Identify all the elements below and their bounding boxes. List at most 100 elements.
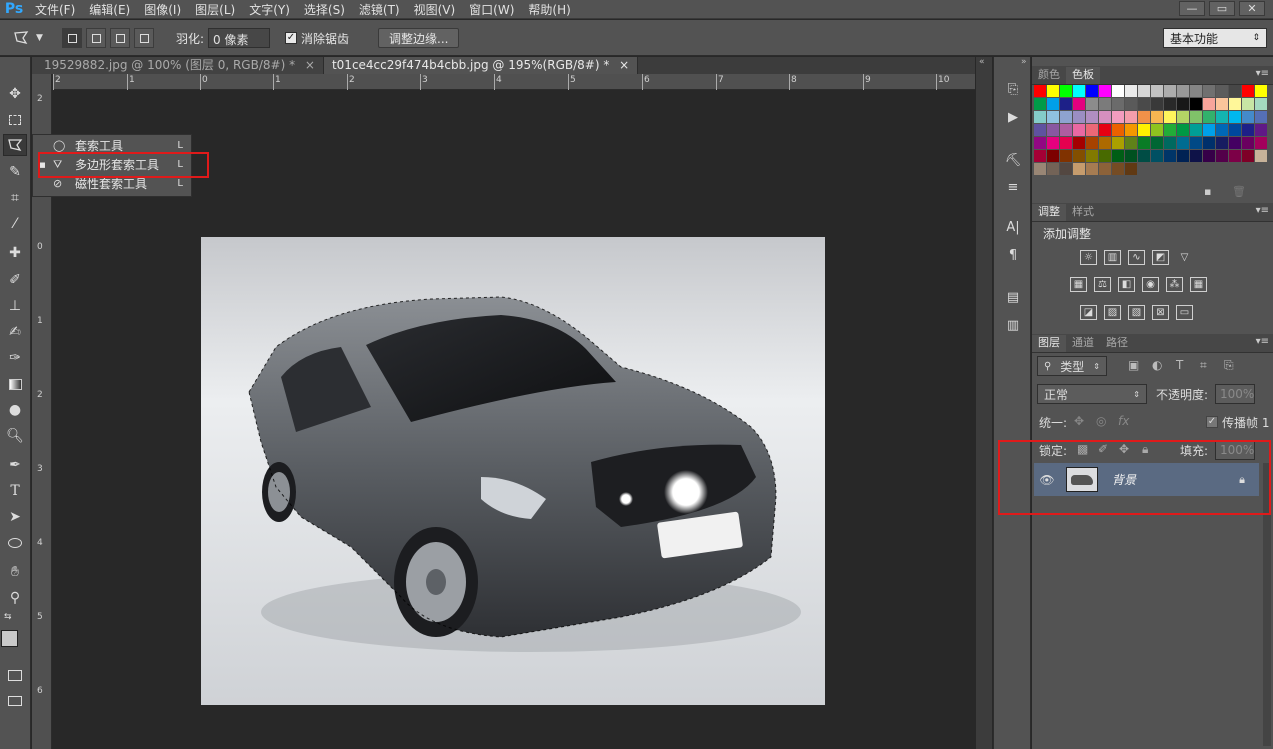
color-swatch[interactable] [1125,111,1137,123]
color-swatch[interactable] [1151,98,1163,110]
tab-color[interactable]: 颜色 [1032,67,1066,84]
zoom-tool[interactable]: ⚲ [3,587,27,609]
color-swatch[interactable] [1242,150,1254,162]
clone-stamp-tool[interactable]: ⊥ [3,295,27,317]
tab-close-icon[interactable]: × [305,58,315,72]
color-swatch[interactable] [1190,98,1202,110]
history-brush-tool[interactable]: ✍ [3,321,27,343]
color-swatch[interactable] [1112,150,1124,162]
color-swatch[interactable] [1229,150,1241,162]
panel-menu-icon[interactable]: ▾≡ [1256,205,1269,216]
color-swatch[interactable] [1216,98,1228,110]
hue-saturation-icon[interactable]: ▦ [1070,277,1087,292]
refine-edge-button[interactable]: 调整边缘... [378,28,460,48]
color-swatch[interactable] [1060,111,1072,123]
foreground-color-swatch[interactable] [1,630,18,647]
blend-mode-select[interactable]: 正常 ⇕ [1037,384,1147,404]
move-tool[interactable]: ✥ [3,83,27,105]
color-swatch[interactable] [1177,85,1189,97]
ellipse-tool[interactable] [3,532,27,554]
close-button[interactable]: ✕ [1239,1,1265,16]
brush-presets-icon[interactable]: ⛏ [1002,150,1024,170]
actions-play-icon[interactable]: ▶ [1002,107,1024,127]
color-swatch[interactable] [1047,124,1059,136]
info-icon[interactable]: ▤ [1002,287,1024,307]
color-swatch[interactable] [1229,98,1241,110]
color-swatch[interactable] [1073,163,1085,175]
color-swatch[interactable] [1086,150,1098,162]
photo-filter-icon[interactable]: ◉ [1142,277,1159,292]
panel-menu-icon[interactable]: ▾≡ [1256,68,1269,79]
feather-input[interactable]: 0 像素 [208,28,271,48]
gradient-map-icon[interactable]: ▭ [1176,305,1193,320]
hand-tool[interactable]: ✋︎ [3,561,27,583]
color-swatch[interactable] [1112,137,1124,149]
history-icon[interactable]: ⎘ [1002,79,1024,99]
color-swatch[interactable] [1255,111,1267,123]
eyedropper-tool[interactable]: ⁄ [3,213,27,235]
color-swatch[interactable] [1164,85,1176,97]
double-chevron-icon[interactable]: » [1021,57,1027,67]
pen-tool[interactable]: ✒ [3,454,27,476]
color-balance-icon[interactable]: ⚖ [1094,277,1111,292]
menu-edit[interactable]: 编辑(E) [82,1,137,18]
color-swatch[interactable] [1255,150,1267,162]
color-swatch[interactable] [1229,124,1241,136]
color-swatch[interactable] [1125,150,1137,162]
menu-window[interactable]: 窗口(W) [462,1,521,18]
color-swatch[interactable] [1138,85,1150,97]
color-swatch[interactable] [1125,85,1137,97]
color-swatch[interactable] [1216,85,1228,97]
menu-type[interactable]: 文字(Y) [242,1,297,18]
color-swatch[interactable] [1125,124,1137,136]
tab-close-icon[interactable]: × [619,58,629,72]
color-swatch[interactable] [1216,150,1228,162]
tab-document-2[interactable]: t01ce4cc29f474b4cbb.jpg @ 195%(RGB/8#) *… [323,57,639,74]
new-selection-button[interactable] [62,28,82,48]
marquee-tool[interactable] [3,109,27,131]
color-swatch[interactable] [1190,124,1202,136]
color-swatch[interactable] [1034,85,1046,97]
color-swatch[interactable] [1086,124,1098,136]
menu-layer[interactable]: 图层(L) [188,1,242,18]
color-swatch[interactable] [1177,124,1189,136]
filter-pixel-icon[interactable]: ▣ [1128,358,1139,372]
horizontal-ruler[interactable]: 2 1 0 1 2 3 4 5 6 7 8 9 10 [53,74,975,90]
character-icon[interactable]: A| [1002,217,1024,237]
color-swatch[interactable] [1151,85,1163,97]
swap-colors-icon[interactable]: ⇆ [4,612,12,622]
filter-adjustment-icon[interactable]: ◐ [1152,358,1162,372]
color-swatch[interactable] [1034,111,1046,123]
unify-style-icon[interactable]: fx [1118,414,1129,428]
color-swatch[interactable] [1099,111,1111,123]
color-swatch[interactable] [1229,137,1241,149]
color-swatch[interactable] [1112,98,1124,110]
color-swatch[interactable] [1086,98,1098,110]
color-swatch[interactable] [1047,111,1059,123]
unify-position-icon[interactable]: ✥ [1074,414,1084,428]
color-swatch[interactable] [1060,163,1072,175]
levels-icon[interactable]: ▥ [1104,250,1121,265]
color-swatch[interactable] [1047,98,1059,110]
color-swatch[interactable] [1086,85,1098,97]
color-swatch[interactable] [1190,85,1202,97]
color-swatch[interactable] [1034,124,1046,136]
workspace-select[interactable]: 基本功能 ⇕ [1163,28,1267,48]
color-swatch[interactable] [1034,150,1046,162]
color-swatch[interactable] [1203,111,1215,123]
threshold-icon[interactable]: ▧ [1128,305,1145,320]
intersect-selection-button[interactable] [134,28,154,48]
color-swatch[interactable] [1216,124,1228,136]
brush-panel-icon[interactable]: ≡ [1002,177,1024,197]
restore-button[interactable]: ▭ [1209,1,1235,16]
minimize-button[interactable]: — [1179,1,1205,16]
blur-tool[interactable]: ● [3,399,27,421]
color-swatch[interactable] [1190,150,1202,162]
gradient-tool[interactable] [3,373,27,395]
quick-selection-tool[interactable]: ✎ [3,161,27,183]
color-swatch[interactable] [1138,124,1150,136]
panel-collapse-strip[interactable]: « [976,57,992,749]
color-swatch[interactable] [1073,98,1085,110]
color-swatch[interactable] [1255,124,1267,136]
color-swatch[interactable] [1099,163,1111,175]
